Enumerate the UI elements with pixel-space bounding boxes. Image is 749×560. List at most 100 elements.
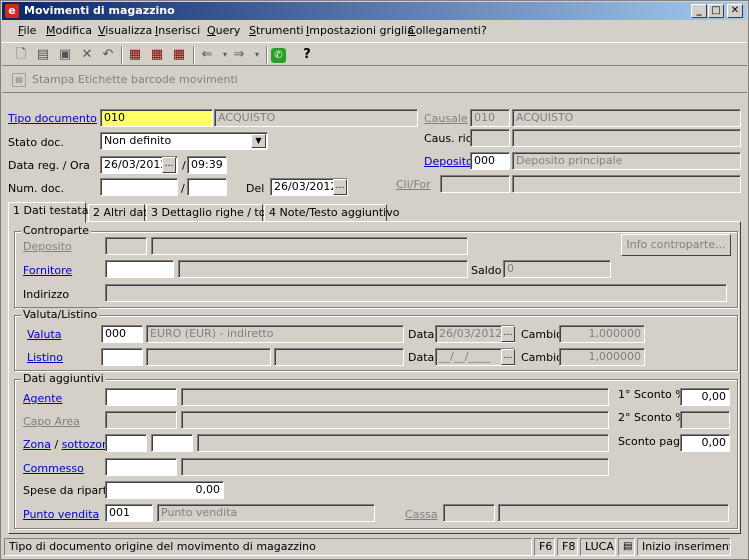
- listino-date-picker-button[interactable]: …: [501, 349, 515, 365]
- menu-collegamenti[interactable]: Collegamenti: [408, 24, 481, 37]
- menu-bar: File Modifica Visualizza Inserisci Query…: [2, 21, 747, 41]
- causale-desc-field: ACQUISTO: [512, 109, 741, 127]
- dati-aggiuntivi-group: Dati aggiuntivi Agente Capo Area Zona / …: [14, 372, 738, 529]
- valuta-code-field[interactable]: 000: [101, 325, 143, 343]
- undo-icon[interactable]: ↶: [99, 46, 117, 64]
- sconto2-label: 2° Sconto %: [618, 411, 686, 424]
- caus-ric-label: Caus. ric: [424, 132, 472, 145]
- agente-code-field[interactable]: [105, 388, 177, 406]
- help-icon[interactable]: ?: [298, 46, 316, 64]
- back-arrow-icon[interactable]: ⇐: [198, 46, 216, 64]
- title-bar[interactable]: e Movimenti di magazzino _ □ ✕: [2, 2, 747, 20]
- delete-icon[interactable]: ✕: [78, 46, 96, 64]
- forward-dropdown-icon[interactable]: ▾: [248, 46, 266, 64]
- tab-dettaglio-righe[interactable]: 3 Dettaglio righe / totali: [146, 204, 283, 222]
- valuta-listino-title: Valuta/Listino: [21, 308, 100, 321]
- fornitore-code-field[interactable]: [105, 260, 174, 278]
- menu-inserisci[interactable]: Inserisci: [155, 24, 200, 37]
- window-title: Movimenti di magazzino: [24, 4, 175, 17]
- minimize-button[interactable]: _: [691, 4, 707, 18]
- sconto-pag-label: Sconto pag.: [618, 435, 684, 448]
- num-doc-suffix-field[interactable]: [187, 178, 227, 196]
- deposito-link[interactable]: Deposito: [424, 155, 473, 168]
- saldo-field: 0: [503, 260, 611, 278]
- menu-file[interactable]: File: [18, 24, 36, 37]
- forward-arrow-icon[interactable]: ⇒: [230, 46, 248, 64]
- saldo-label: Saldo: [471, 264, 502, 277]
- punto-vendita-desc-field: Punto vendita: [157, 504, 375, 522]
- controparte-deposito-desc-field: [151, 237, 468, 255]
- grid-insert-icon[interactable]: ▦: [126, 46, 144, 64]
- menu-modifica[interactable]: Modifica: [46, 24, 92, 37]
- open-icon[interactable]: ▤: [34, 46, 52, 64]
- tipo-documento-link[interactable]: Tipo documento: [8, 112, 97, 125]
- commesso-desc-field: [181, 458, 609, 476]
- tab-panel-dati-testata: Controparte Deposito Info controparte...…: [8, 221, 741, 534]
- app-icon[interactable]: e: [5, 4, 19, 18]
- print-barcode-labels-label: Stampa Etichette barcode movimenti: [32, 73, 238, 86]
- sottozona-code-field[interactable]: [151, 434, 193, 452]
- spese-ripartire-field[interactable]: 0,00: [105, 481, 224, 499]
- capo-area-link[interactable]: Capo Area: [23, 415, 80, 428]
- ora-field[interactable]: 09:39: [187, 156, 227, 174]
- cassa-link[interactable]: Cassa: [405, 508, 438, 521]
- sconto-pag-field[interactable]: 0,00: [680, 434, 730, 452]
- del-label: Del: [246, 182, 265, 195]
- fornitore-link[interactable]: Fornitore: [23, 264, 72, 277]
- caus-ric-code-field: [470, 129, 510, 147]
- toolbar: 🗋 ▤ ▣ ✕ ↶ ▦ ▦ ▦ ⇐ ▾ ⇒ ▾ ✆ ?: [2, 42, 747, 66]
- commesso-code-field[interactable]: [105, 458, 177, 476]
- sconto1-field[interactable]: 0,00: [680, 388, 730, 406]
- deposito-desc-field: Deposito principale: [512, 152, 741, 170]
- stato-doc-select[interactable]: Non definito ▼: [100, 132, 268, 150]
- cli-for-link[interactable]: Cli/For: [396, 178, 431, 191]
- grid-icon[interactable]: ▦: [148, 46, 166, 64]
- zona-link[interactable]: Zona: [23, 438, 51, 451]
- menu-help[interactable]: ?: [481, 24, 487, 37]
- del-date-picker-button[interactable]: …: [333, 179, 347, 195]
- toolbar-separator: [266, 46, 268, 64]
- tipo-documento-desc-field: ACQUISTO: [214, 109, 418, 127]
- maximize-button[interactable]: □: [708, 4, 724, 18]
- valuta-desc-field: EURO (EUR) - indiretto: [146, 325, 404, 343]
- save-icon[interactable]: ▣: [56, 46, 74, 64]
- valuta-date-picker-button[interactable]: …: [501, 326, 515, 342]
- controparte-deposito-link[interactable]: Deposito: [23, 240, 72, 253]
- date-picker-button[interactable]: …: [162, 157, 176, 173]
- causale-link[interactable]: Causale: [424, 112, 468, 125]
- listino-link[interactable]: Listino: [27, 351, 63, 364]
- zona-desc-field: [197, 434, 609, 452]
- menu-impostazioni-griglia[interactable]: Impostazioni griglia: [306, 24, 414, 37]
- chevron-down-icon[interactable]: ▼: [251, 134, 266, 148]
- menu-strumenti[interactable]: Strumenti: [249, 24, 304, 37]
- tipo-documento-code-field[interactable]: 010: [100, 109, 213, 127]
- punto-vendita-link[interactable]: Punto vendita: [23, 508, 99, 521]
- close-button[interactable]: ✕: [727, 4, 743, 18]
- dati-aggiuntivi-title: Dati aggiuntivi: [21, 372, 106, 385]
- new-document-icon[interactable]: 🗋: [12, 46, 30, 64]
- agente-link[interactable]: Agente: [23, 392, 62, 405]
- print-labels-icon: ▤: [12, 73, 26, 87]
- print-barcode-labels-button[interactable]: ▤ Stampa Etichette barcode movimenti: [12, 70, 238, 90]
- listino-code-field[interactable]: [101, 348, 143, 366]
- commesso-link[interactable]: Commesso: [23, 462, 84, 475]
- agente-desc-field: [181, 388, 609, 406]
- cli-for-desc-field: [512, 175, 741, 193]
- phone-icon[interactable]: ✆: [271, 48, 286, 63]
- num-doc-label: Num. doc.: [8, 182, 65, 195]
- num-doc-field[interactable]: [100, 178, 178, 196]
- grid-delete-icon[interactable]: ▦: [170, 46, 188, 64]
- menu-visualizza[interactable]: Visualizza: [98, 24, 152, 37]
- menu-query[interactable]: Query: [207, 24, 240, 37]
- zona-code-field[interactable]: [105, 434, 147, 452]
- cassa-desc-field: [498, 504, 729, 522]
- listino-extra-field: [274, 348, 404, 366]
- tab-dati-testata[interactable]: 1 Dati testata: [8, 202, 89, 223]
- deposito-code-field[interactable]: 000: [470, 152, 510, 170]
- zona-separator: /: [54, 438, 59, 451]
- valuta-link[interactable]: Valuta: [27, 328, 62, 341]
- info-controparte-button[interactable]: Info controparte...: [621, 234, 731, 256]
- punto-vendita-code-field[interactable]: 001: [105, 504, 153, 522]
- tab-note[interactable]: 4 Note/Testo aggiuntivo: [264, 204, 399, 222]
- tab-altri-dati[interactable]: 2 Altri dati: [88, 204, 151, 222]
